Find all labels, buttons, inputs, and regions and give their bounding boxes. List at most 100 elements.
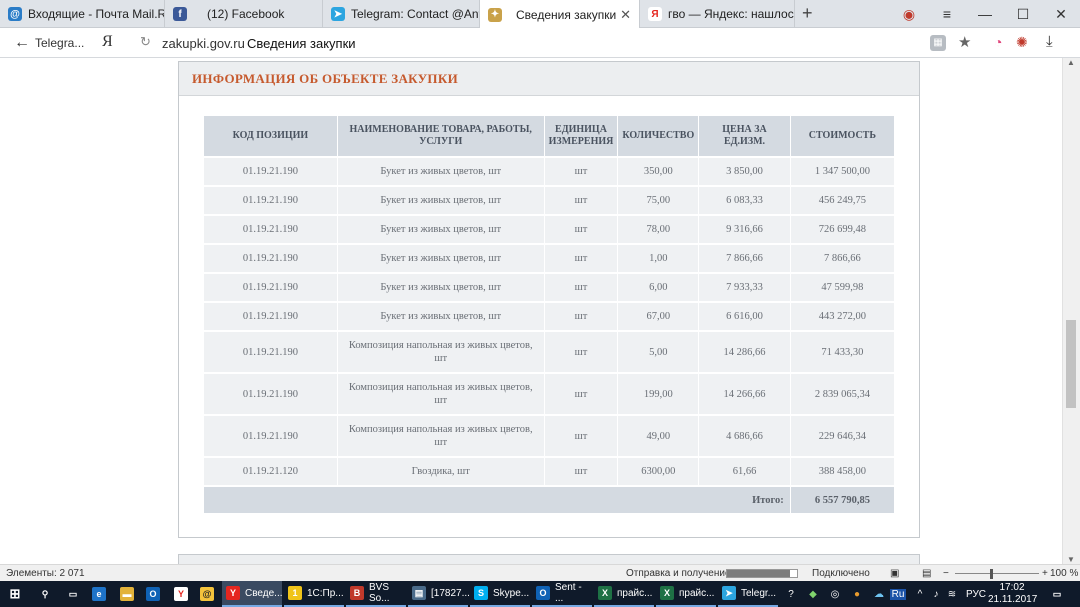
close-window-button[interactable]: ✕ (1042, 6, 1080, 23)
cell-code: 01.19.21.190 (204, 243, 338, 273)
scroll-up-icon[interactable]: ▲ (1067, 58, 1075, 67)
scroll-down-icon[interactable]: ▼ (1067, 555, 1075, 564)
antivirus-tray-icon[interactable]: ● (846, 589, 868, 600)
profile-icon[interactable]: ◉ (890, 6, 928, 23)
search-icon: ⚲ (41, 588, 49, 599)
table-row: 01.19.21.190 Букет из живых цветов, шт шт 3… (204, 156, 894, 186)
1c-icon: 1 (288, 586, 302, 600)
vertical-scrollbar[interactable]: ▲ ▼ (1062, 58, 1080, 564)
taskbar-app-1[interactable]: 1 1С:Пр... (284, 581, 344, 607)
start-button[interactable]: ⊞ (4, 581, 27, 607)
back-label[interactable]: Telegra... (35, 36, 84, 50)
cloud-tray-icon[interactable]: ☁ (868, 589, 890, 600)
back-arrow-icon[interactable]: ← (14, 34, 30, 52)
cell-qty: 49,00 (617, 414, 700, 457)
cell-name: Композиция напольная из живых цветов, шт (337, 372, 545, 415)
taskbar-app-0[interactable]: Y Сведе... (222, 581, 283, 607)
cell-name: Букет из живых цветов, шт (337, 243, 545, 273)
column-header: СТОИМОСТЬ (790, 116, 894, 157)
wifi-icon[interactable]: ≋ (944, 589, 960, 600)
layout-view-icon[interactable]: ▤ (922, 568, 931, 579)
bookmark-star-icon[interactable]: ★ (958, 33, 971, 51)
cell-qty: 78,00 (617, 214, 700, 244)
taskbar-app-5[interactable]: O Sent - ... (532, 581, 592, 607)
telegram-icon: ➤ (331, 7, 345, 21)
taskbar-app-7[interactable]: Xпрайс... (656, 581, 716, 607)
download-icon[interactable]: ⤓ (1046, 33, 1053, 50)
close-tab-icon[interactable]: ✕ (620, 7, 631, 23)
yandex-icon: Я (648, 7, 662, 21)
network-tray-icon[interactable]: ◎ (824, 589, 846, 600)
window-controls: ◉ ≡ — ☐ ✕ (890, 0, 1080, 28)
zoom-out-icon[interactable]: − (943, 568, 949, 579)
url-page-title: Сведения закупки (247, 36, 356, 51)
yandex-browser-icon: Y (226, 586, 240, 600)
notifications-button[interactable]: ▭ (1046, 581, 1069, 607)
procurement-table: КОД ПОЗИЦИИ НАИМЕНОВАНИЕ ТОВАРА, РАБОТЫ,… (204, 116, 894, 513)
column-header: КОЛИЧЕСТВО (617, 116, 700, 157)
cell-unit: шт (544, 372, 619, 415)
document-icon: ▤ (412, 586, 426, 600)
scrollbar-thumb[interactable] (1066, 320, 1076, 408)
zoom-level: 100 % (1050, 568, 1079, 579)
new-tab-button[interactable]: + (802, 3, 813, 24)
cell-code: 01.19.21.190 (204, 156, 338, 186)
mail-agent-icon: @ (200, 587, 214, 601)
bvs-icon: B (350, 586, 364, 600)
table-header-row: КОД ПОЗИЦИИ НАИМЕНОВАНИЕ ТОВАРА, РАБОТЫ,… (204, 116, 894, 157)
language-tray-icon[interactable]: Ru (890, 588, 906, 600)
tab-mail[interactable]: @ Входящие - Почта Mail.Ru (0, 0, 165, 28)
normal-view-icon[interactable]: ▣ (890, 568, 899, 579)
extension-icon[interactable]: ◔ (994, 34, 1002, 50)
table-row: 01.19.21.190 Букет из живых цветов, шт шт 7… (204, 185, 894, 215)
total-row: Итого: 6 557 790,85 (204, 485, 894, 513)
clock[interactable]: 17:02 21.11.2017 (988, 582, 1037, 606)
tab-facebook[interactable]: f (12) Facebook (165, 0, 323, 28)
cell-name: Букет из живых цветов, шт (337, 185, 545, 215)
folder-button[interactable]: ▬ (116, 581, 139, 607)
chevron-up-icon[interactable]: ^ (912, 589, 928, 600)
outlook-pin-button[interactable]: O (142, 581, 165, 607)
menu-icon[interactable]: ≡ (928, 6, 966, 22)
status-bar: Элементы: 2 071 Отправка и получение Под… (0, 564, 1080, 581)
cell-cost: 229 646,34 (790, 414, 894, 457)
cell-cost: 388 458,00 (790, 456, 894, 486)
cell-price: 6 083,33 (698, 185, 791, 215)
edge-button[interactable]: e (88, 581, 111, 607)
tab-telegram[interactable]: ➤ Telegram: Contact @AntiPar (323, 0, 480, 28)
total-label: Итого: (204, 485, 791, 513)
taskbar-app-2[interactable]: B BVS So... (346, 581, 406, 607)
cell-name: Композиция напольная из живых цветов, шт (337, 330, 545, 373)
bug-extension-icon[interactable]: ✺ (1016, 34, 1028, 51)
app-tray-icon[interactable]: ◆ (802, 589, 824, 600)
input-language[interactable]: РУС (966, 589, 986, 600)
speaker-icon[interactable]: ♪ (928, 589, 944, 600)
transfer-progress-bar (726, 569, 798, 578)
taskbar-app-8[interactable]: ➤ Telegr... (718, 581, 778, 607)
tab-yandex[interactable]: Я гво — Яндекс: нашлось 4 м (640, 0, 795, 28)
cell-code: 01.19.21.190 (204, 272, 338, 302)
yandex-pin-button[interactable]: Y (170, 581, 193, 607)
taskbar-app-4[interactable]: S Skype... (470, 581, 530, 607)
reader-mode-icon[interactable]: ▦ (930, 35, 946, 51)
taskbar-app-label: 1С:Пр... (307, 587, 344, 599)
search-button[interactable]: ⚲ (34, 581, 57, 607)
table-row: 01.19.21.190 Букет из живых цветов, шт шт 7… (204, 214, 894, 244)
minimize-button[interactable]: — (966, 6, 1004, 22)
zoom-in-icon[interactable]: + (1042, 568, 1048, 579)
url-field[interactable]: ↻ zakupki.gov.ru Сведения закупки ▦ (132, 31, 952, 55)
task-view-button[interactable]: ▭ (62, 581, 85, 607)
tab-zakupki[interactable]: ✦ Сведения закупки ✕ (480, 0, 640, 29)
cell-price: 61,66 (698, 456, 791, 486)
reload-icon[interactable]: ↻ (140, 34, 151, 50)
taskbar-app-3[interactable]: ▤ [17827... (408, 581, 470, 607)
zoom-slider[interactable] (955, 573, 1039, 574)
zoom-slider-knob[interactable] (990, 569, 993, 579)
mail-pin-button[interactable]: @ (196, 581, 219, 607)
cell-unit: шт (544, 272, 619, 302)
cell-price: 6 616,00 (698, 301, 791, 331)
help-icon[interactable]: ? (780, 589, 802, 600)
yandex-button[interactable]: Я (102, 33, 113, 51)
taskbar-app-6[interactable]: Xпрайс... (594, 581, 654, 607)
maximize-button[interactable]: ☐ (1004, 6, 1042, 23)
